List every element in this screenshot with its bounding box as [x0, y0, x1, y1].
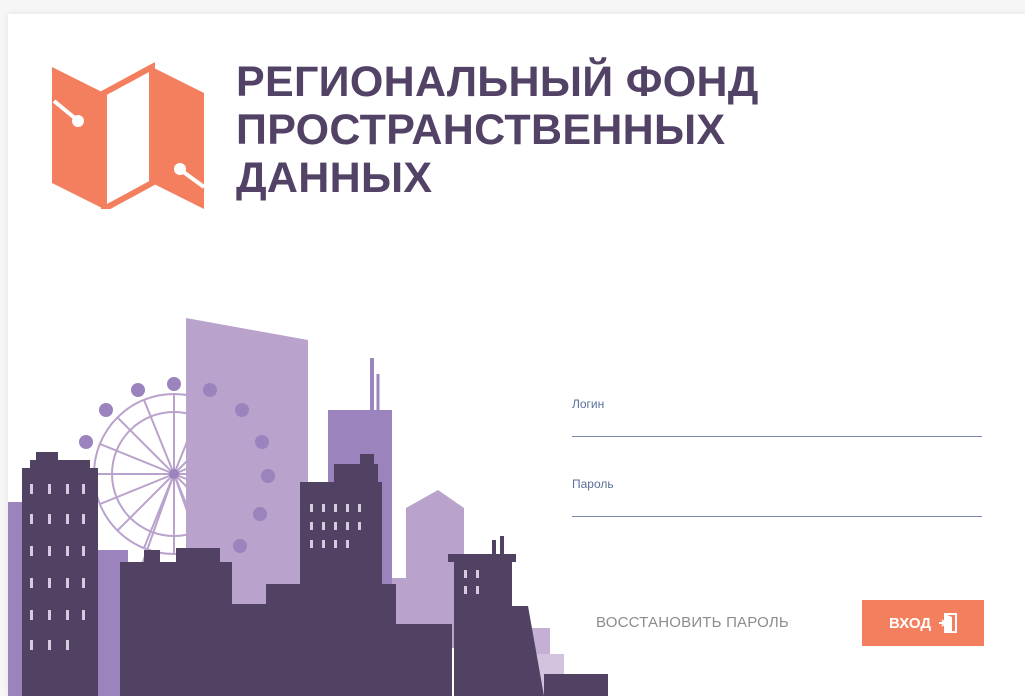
form-actions: ВОССТАНОВИТЬ ПАРОЛЬ ВХОД	[572, 600, 984, 646]
login-label: Логин	[572, 397, 605, 411]
title-line-2: ПРОСТРАНСТВЕННЫХ	[236, 106, 726, 154]
title-line-3: ДАННЫХ	[236, 154, 433, 202]
city-skyline-illustration	[8, 318, 608, 696]
title-line-1: РЕГИОНАЛЬНЫЙ ФОНД	[236, 58, 759, 106]
door-enter-icon	[939, 613, 958, 633]
password-label: Пароль	[572, 477, 614, 491]
folded-map-icon	[52, 61, 204, 209]
login-input[interactable]	[572, 414, 982, 437]
password-input[interactable]	[572, 494, 982, 517]
login-button-label: ВХОД	[888, 614, 932, 632]
login-card: РЕГИОНАЛЬНЫЙ ФОНД ПРОСТРАНСТВЕННЫХ ДАННЫ…	[8, 14, 1025, 696]
login-form: Логин Пароль	[572, 394, 984, 554]
login-field: Логин	[572, 394, 984, 474]
password-field: Пароль	[572, 474, 984, 554]
page-title: РЕГИОНАЛЬНЫЙ ФОНД ПРОСТРАНСТВЕННЫХ ДАННЫ…	[236, 58, 856, 202]
recover-password-link[interactable]: ВОССТАНОВИТЬ ПАРОЛЬ	[596, 600, 789, 646]
login-button[interactable]: ВХОД	[862, 600, 984, 646]
